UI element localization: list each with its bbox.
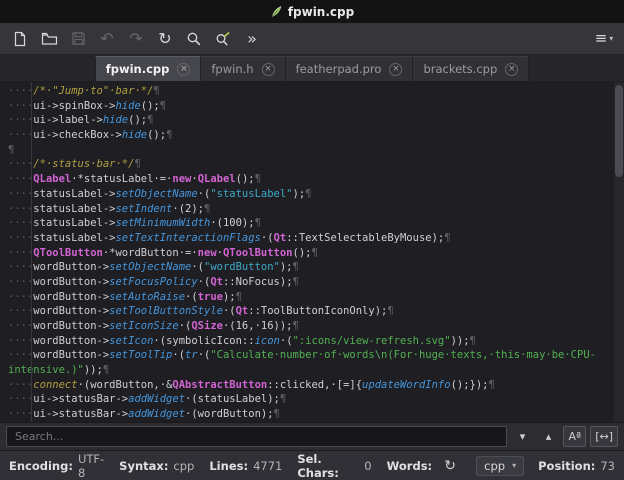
tab-label: featherpad.pro: [295, 62, 382, 76]
undo-icon: ↶: [100, 28, 114, 48]
code-line: ····statusLabel->setMinimumWidth·(100);¶: [8, 217, 261, 230]
scrollbar-handle[interactable]: [615, 85, 623, 177]
statusbar-items: Encoding: UTF-8 Syntax: cpp Lines: 4771 Sel. C…: [9, 452, 432, 480]
cursor-position: Position: 73: [538, 459, 615, 473]
toolbar: ↶ ↷ ↻ » ≡ ▾: [0, 23, 624, 55]
tab-featherpad.pro[interactable]: featherpad.pro ×: [285, 56, 414, 81]
menu-button[interactable]: ≡ ▾: [591, 27, 617, 51]
tab-label: fpwin.cpp: [105, 62, 170, 76]
featherpad-icon: [271, 6, 282, 17]
tab-bar: fpwin.cpp × fpwin.h × featherpad.pro × bracket…: [0, 55, 624, 82]
overflow-chevron-icon: »: [247, 28, 257, 48]
title-bar: fpwin.cpp: [0, 0, 624, 23]
match-case-button[interactable]: Aª: [563, 426, 587, 447]
code-line: ····QLabel·*statusLabel·=·new·QLabel();¶: [8, 173, 261, 186]
save-icon: [71, 32, 85, 45]
open-folder-icon: [41, 32, 57, 45]
syntax-combo-value: cpp: [484, 458, 506, 473]
save-file-button[interactable]: [65, 27, 91, 51]
redo-icon: ↷: [129, 28, 143, 48]
code-line: ····wordButton->setObjectName·("wordButt…: [8, 261, 299, 274]
window-title: fpwin.cpp: [287, 4, 355, 19]
code-line: intensive.)"));¶: [8, 364, 110, 377]
position-label: Position:: [538, 458, 596, 473]
code-editor[interactable]: ····/*·"Jump·to"·bar·*/¶ ····ui->spinBox-…: [0, 82, 624, 422]
chevron-up-icon: ▴: [545, 430, 552, 443]
code-line: ····wordButton->setToolButtonStyle·(Qt::…: [8, 305, 394, 318]
tab-close-icon[interactable]: ×: [261, 62, 275, 76]
status-selchars: Sel. Chars: 0: [297, 451, 372, 480]
chevron-down-icon: ▾: [519, 430, 526, 443]
code-area: ····/*·"Jump·to"·bar·*/¶ ····ui->spinBox-…: [8, 84, 614, 422]
find-replace-button[interactable]: [210, 27, 236, 51]
featherpad-window: fpwin.cpp ↶ ↷ ↻ » ≡ ▾ fpwin.cpp × fpwin.…: [0, 0, 624, 480]
code-line: ····ui->label->hide();¶: [8, 114, 154, 127]
code-line: ····wordButton->setFocusPolicy·(Qt::NoFo…: [8, 275, 299, 288]
toolbar-overflow-button[interactable]: »: [239, 27, 265, 51]
tab-close-icon[interactable]: ×: [389, 62, 403, 76]
code-line: ····ui->checkBox->hide();¶: [8, 129, 173, 142]
find-replace-icon: [216, 31, 230, 46]
tab-close-icon[interactable]: ×: [505, 62, 519, 76]
undo-button[interactable]: ↶: [94, 27, 120, 51]
search-bar: ▾ ▴ Aª [↔]: [0, 422, 624, 450]
reload-icon: ↻: [158, 28, 172, 48]
code-line: ¶: [8, 143, 15, 156]
code-line: ····ui->statusBar->addWidget·(wordButton…: [8, 408, 280, 421]
syntax-combo[interactable]: cpp ▾: [476, 455, 525, 476]
tab-fpwin.h[interactable]: fpwin.h ×: [201, 56, 286, 81]
redo-button[interactable]: ↷: [123, 27, 149, 51]
search-next-button[interactable]: ▾: [511, 426, 533, 447]
search-icon: [187, 32, 201, 45]
menu-dropdown-arrow-icon: ▾: [609, 33, 614, 43]
refresh-icon: ↻: [444, 457, 457, 474]
statusbar-right: cpp ▾ Position: 73: [476, 455, 615, 476]
code-line: ····QToolButton·*wordButton·=·new·QToolB…: [8, 246, 318, 259]
position-value: 73: [600, 458, 615, 473]
new-file-button[interactable]: [7, 27, 33, 51]
code-line: ····wordButton->setIconSize·(QSize·(16,·…: [8, 320, 299, 332]
code-line: ····ui->statusBar->addWidget·(statusLabe…: [8, 393, 287, 406]
match-case-icon: Aª: [568, 430, 582, 443]
hamburger-icon: ≡: [594, 29, 608, 47]
word-count-refresh-button[interactable]: ↻: [439, 455, 461, 476]
search-input[interactable]: [6, 426, 508, 447]
code-line: ····statusLabel->setIndent·(2);¶: [8, 202, 211, 215]
whole-word-icon: [↔]: [595, 430, 613, 443]
code-line: ····statusLabel->setObjectName·("statusL…: [8, 187, 312, 200]
whole-words-button[interactable]: [↔]: [590, 426, 618, 447]
code-line: ····wordButton->setToolTip·(tr·("Calcula…: [8, 349, 596, 362]
chevron-down-icon: ▾: [512, 461, 517, 470]
indent-guide-line: [31, 82, 32, 422]
new-file-icon: [14, 31, 26, 46]
status-syntax: Syntax: cpp: [119, 458, 195, 473]
status-lines: Lines: 4771: [209, 458, 283, 473]
tab-fpwin.cpp[interactable]: fpwin.cpp ×: [94, 56, 202, 81]
code-line: ····statusLabel->setTextInteractionFlags…: [8, 231, 451, 244]
search-button[interactable]: [181, 27, 207, 51]
tab-label: fpwin.h: [211, 62, 254, 76]
code-line: ····/*·"Jump·to"·bar·*/¶: [8, 85, 160, 97]
status-words: Words:: [386, 458, 433, 473]
status-encoding: Encoding: UTF-8: [9, 451, 105, 480]
code-line: ····wordButton->setAutoRaise·(true);¶: [8, 290, 242, 303]
open-file-button[interactable]: [36, 27, 62, 51]
code-line: ····connect·(wordButton,·&QAbstractButto…: [8, 378, 495, 391]
tab-label: brackets.cpp: [423, 62, 498, 76]
search-previous-button[interactable]: ▴: [537, 426, 559, 447]
reload-button[interactable]: ↻: [152, 27, 178, 51]
tab-close-icon[interactable]: ×: [177, 62, 191, 76]
code-line: ····ui->spinBox->hide();¶: [8, 99, 167, 112]
editor-scrollbar[interactable]: [614, 82, 624, 422]
tab-brackets.cpp[interactable]: brackets.cpp ×: [413, 56, 530, 81]
status-bar: Encoding: UTF-8 Syntax: cpp Lines: 4771 Sel. C…: [0, 450, 624, 480]
code-line: ····/*·status·bar·*/¶: [8, 158, 141, 171]
code-line: ····wordButton->setIcon·(symbolicIcon::i…: [8, 334, 476, 347]
